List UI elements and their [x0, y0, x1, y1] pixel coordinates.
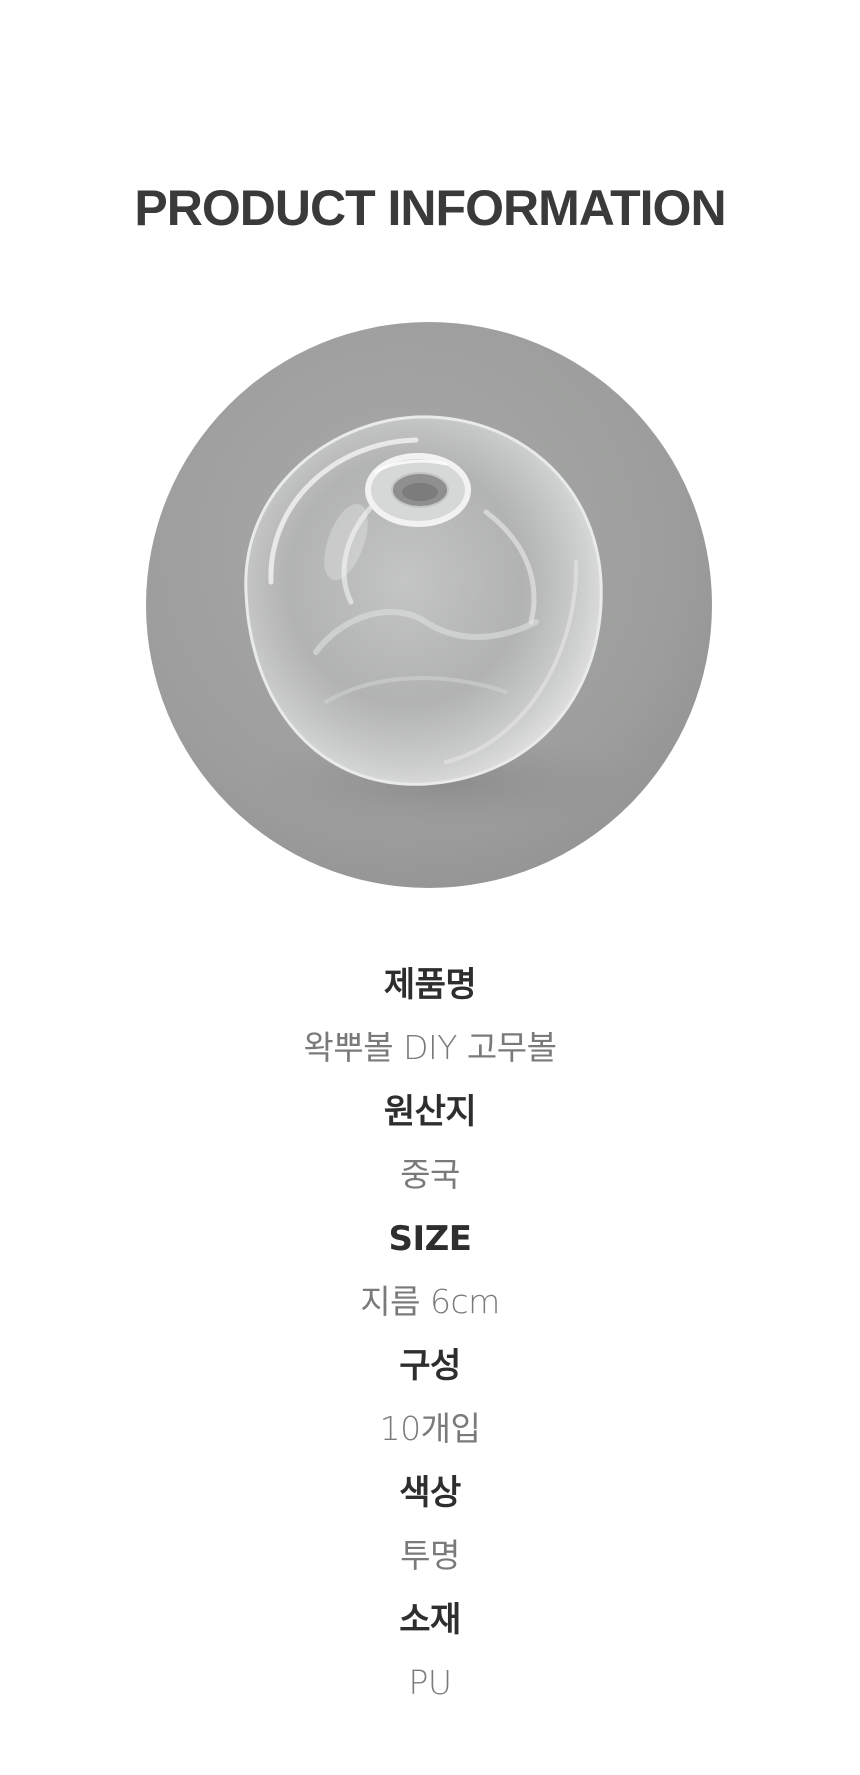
info-label: 원산지	[383, 1092, 477, 1132]
info-value: 왁뿌볼 DIY 고무볼	[303, 1028, 557, 1067]
info-value: 중국	[400, 1155, 460, 1194]
page-title: PRODUCT INFORMATION	[134, 180, 726, 236]
info-row-composition: 구성 10개입	[0, 1344, 860, 1471]
info-row-material: 소재 PU	[0, 1598, 860, 1725]
info-row-origin: 원산지 중국	[0, 1090, 860, 1217]
info-value: PU	[408, 1663, 452, 1702]
info-label: SIZE	[388, 1219, 472, 1259]
info-value: 지름 6cm	[360, 1282, 500, 1321]
info-label: 색상	[399, 1473, 461, 1513]
info-value: 10개입	[379, 1409, 481, 1448]
info-value: 투명	[400, 1536, 460, 1575]
product-image	[146, 322, 712, 888]
info-row-color: 색상 투명	[0, 1471, 860, 1598]
product-info-list: 제품명 왁뿌볼 DIY 고무볼 원산지 중국 SIZE 지름 6cm 구성 10…	[0, 963, 860, 1725]
info-label: 제품명	[383, 965, 477, 1005]
info-row-name: 제품명 왁뿌볼 DIY 고무볼	[0, 963, 860, 1090]
info-label: 구성	[399, 1346, 461, 1386]
info-row-size: SIZE 지름 6cm	[0, 1217, 860, 1344]
info-label: 소재	[399, 1600, 461, 1640]
